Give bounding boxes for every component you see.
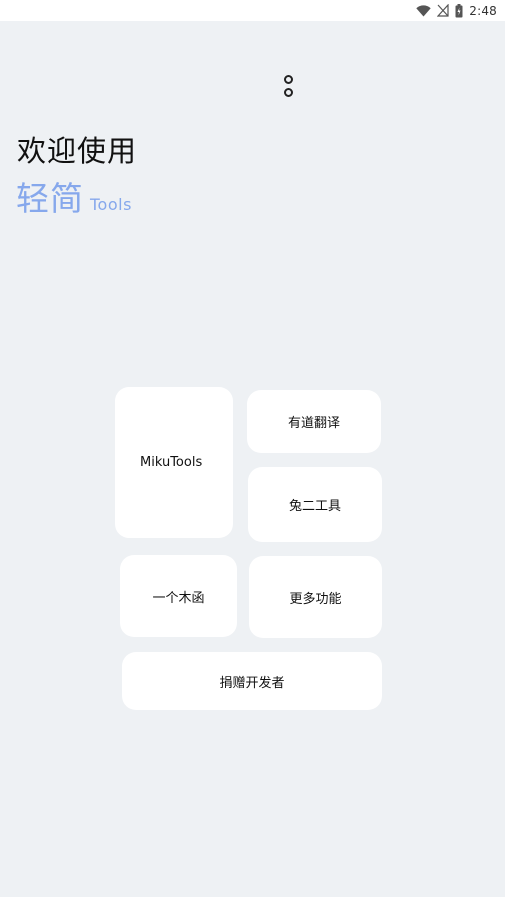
no-signal-icon [437, 4, 449, 17]
donate-developer-label: 捐赠开发者 [219, 675, 285, 691]
menu-dot [283, 75, 293, 84]
status-bar: 2:48 [0, 0, 505, 21]
wifi-icon [416, 4, 431, 16]
mikutools-card[interactable]: MikuTools [115, 387, 233, 538]
status-time: 2:48 [469, 3, 497, 18]
more-features-card[interactable]: 更多功能 [249, 556, 382, 638]
menu-dot [283, 88, 293, 97]
brand-subtitle: Tools [90, 195, 132, 214]
more-vert-icon[interactable] [281, 75, 295, 97]
mikutools-label: MikuTools [140, 455, 203, 470]
tuer-tools-label: 兔二工具 [288, 499, 341, 514]
youdao-translate-label: 有道翻译 [287, 416, 340, 431]
tuer-tools-card[interactable]: 兔二工具 [248, 467, 382, 542]
welcome-title: 欢迎使用 [17, 134, 138, 168]
donate-developer-button[interactable]: 捐赠开发者 [122, 652, 382, 710]
youdao-translate-card[interactable]: 有道翻译 [247, 390, 381, 453]
more-features-label: 更多功能 [289, 591, 342, 607]
battery-icon [455, 3, 463, 17]
brand-name: 轻简 [16, 179, 84, 218]
yigemuhan-label: 一个木函 [152, 590, 205, 606]
status-icons: 2:48 [416, 2, 497, 19]
yigemuhan-card[interactable]: 一个木函 [120, 555, 237, 637]
brand: 轻简 Tools [16, 172, 132, 220]
